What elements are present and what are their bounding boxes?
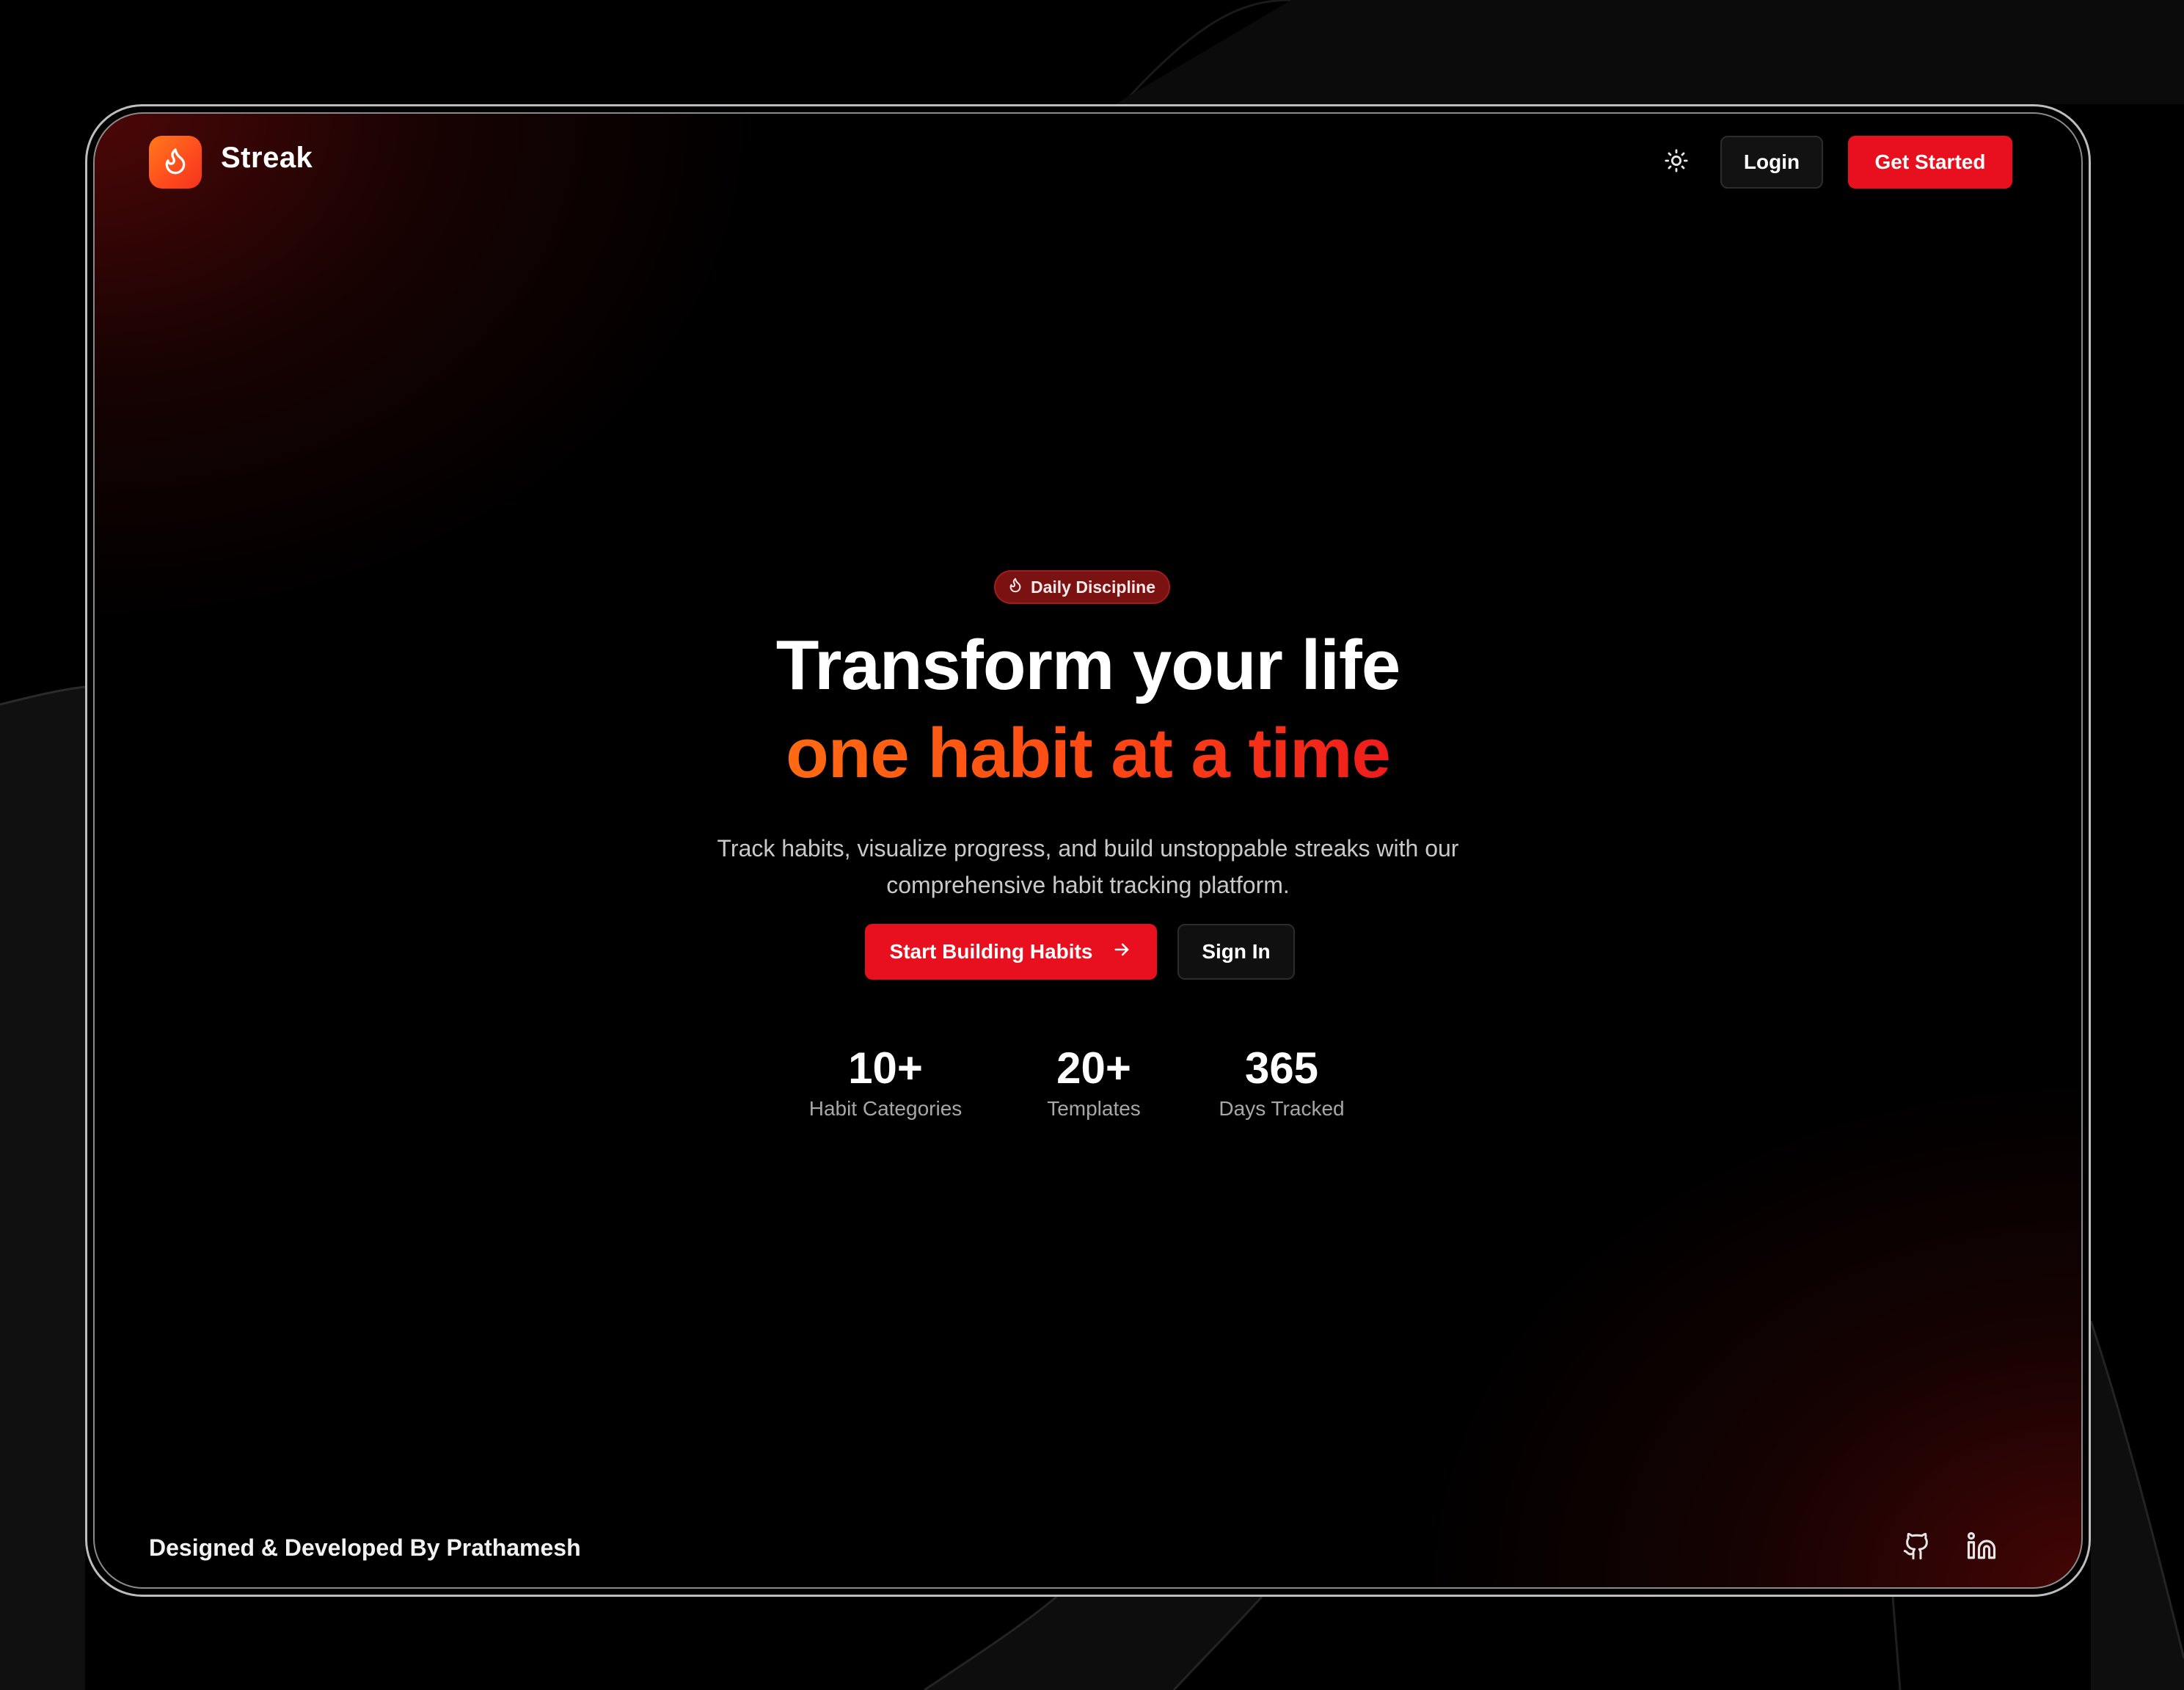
arrow-right-icon [1111,939,1132,965]
stat-value: 10+ [848,1043,923,1093]
theme-toggle-button[interactable] [1660,146,1692,178]
landing-page: Streak Login Get Started Daily Disciplin… [93,112,2083,1589]
brand-name[interactable]: Streak [221,142,313,175]
stat-label: Templates [1047,1097,1141,1120]
logo[interactable] [149,136,202,189]
get-started-button[interactable]: Get Started [1848,136,2012,189]
hero-title-highlight: one habit at a time [786,714,1391,793]
stats-row: 10+ Habit Categories 20+ Templates 365 D… [95,1041,2081,1144]
stat-label: Habit Categories [808,1097,963,1120]
start-building-habits-label: Start Building Habits [889,940,1093,963]
login-button[interactable]: Login [1720,136,1823,189]
flame-icon [1007,577,1023,597]
stat-value: 365 [1244,1043,1319,1093]
stat-label: Days Tracked [1219,1097,1345,1120]
github-link[interactable] [1899,1530,1935,1565]
stat-templates: 20+ Templates [1047,1041,1141,1122]
hero-subtitle: Track habits, visualize progress, and bu… [95,830,2081,903]
linkedin-icon [1966,1531,1997,1565]
stat-days-tracked: 365 Days Tracked [1219,1041,1344,1122]
browser-frame: Streak Login Get Started Daily Disciplin… [85,104,2091,1597]
sign-in-button[interactable]: Sign In [1177,924,1295,980]
sun-icon [1664,148,1689,177]
stat-habit-categories: 10+ Habit Categories [809,1041,963,1122]
stat-value: 20+ [1056,1043,1131,1093]
linkedin-link[interactable] [1964,1530,1999,1565]
hero-subtitle-line1: Track habits, visualize progress, and bu… [717,835,1459,862]
flame-icon [161,146,190,179]
github-icon [1902,1531,1932,1565]
footer-credit: Designed & Developed By Prathamesh [149,1534,581,1561]
badge-label: Daily Discipline [1031,577,1156,597]
start-building-habits-button[interactable]: Start Building Habits [865,924,1157,980]
hero-title-line1: Transform your life [775,626,1401,704]
navbar: Streak Login Get Started [95,114,2081,261]
hero-subtitle-line2: comprehensive habit tracking platform. [886,872,1290,898]
daily-discipline-badge: Daily Discipline [994,570,1171,604]
hero-title-line2: one habit at a time [95,710,2081,798]
